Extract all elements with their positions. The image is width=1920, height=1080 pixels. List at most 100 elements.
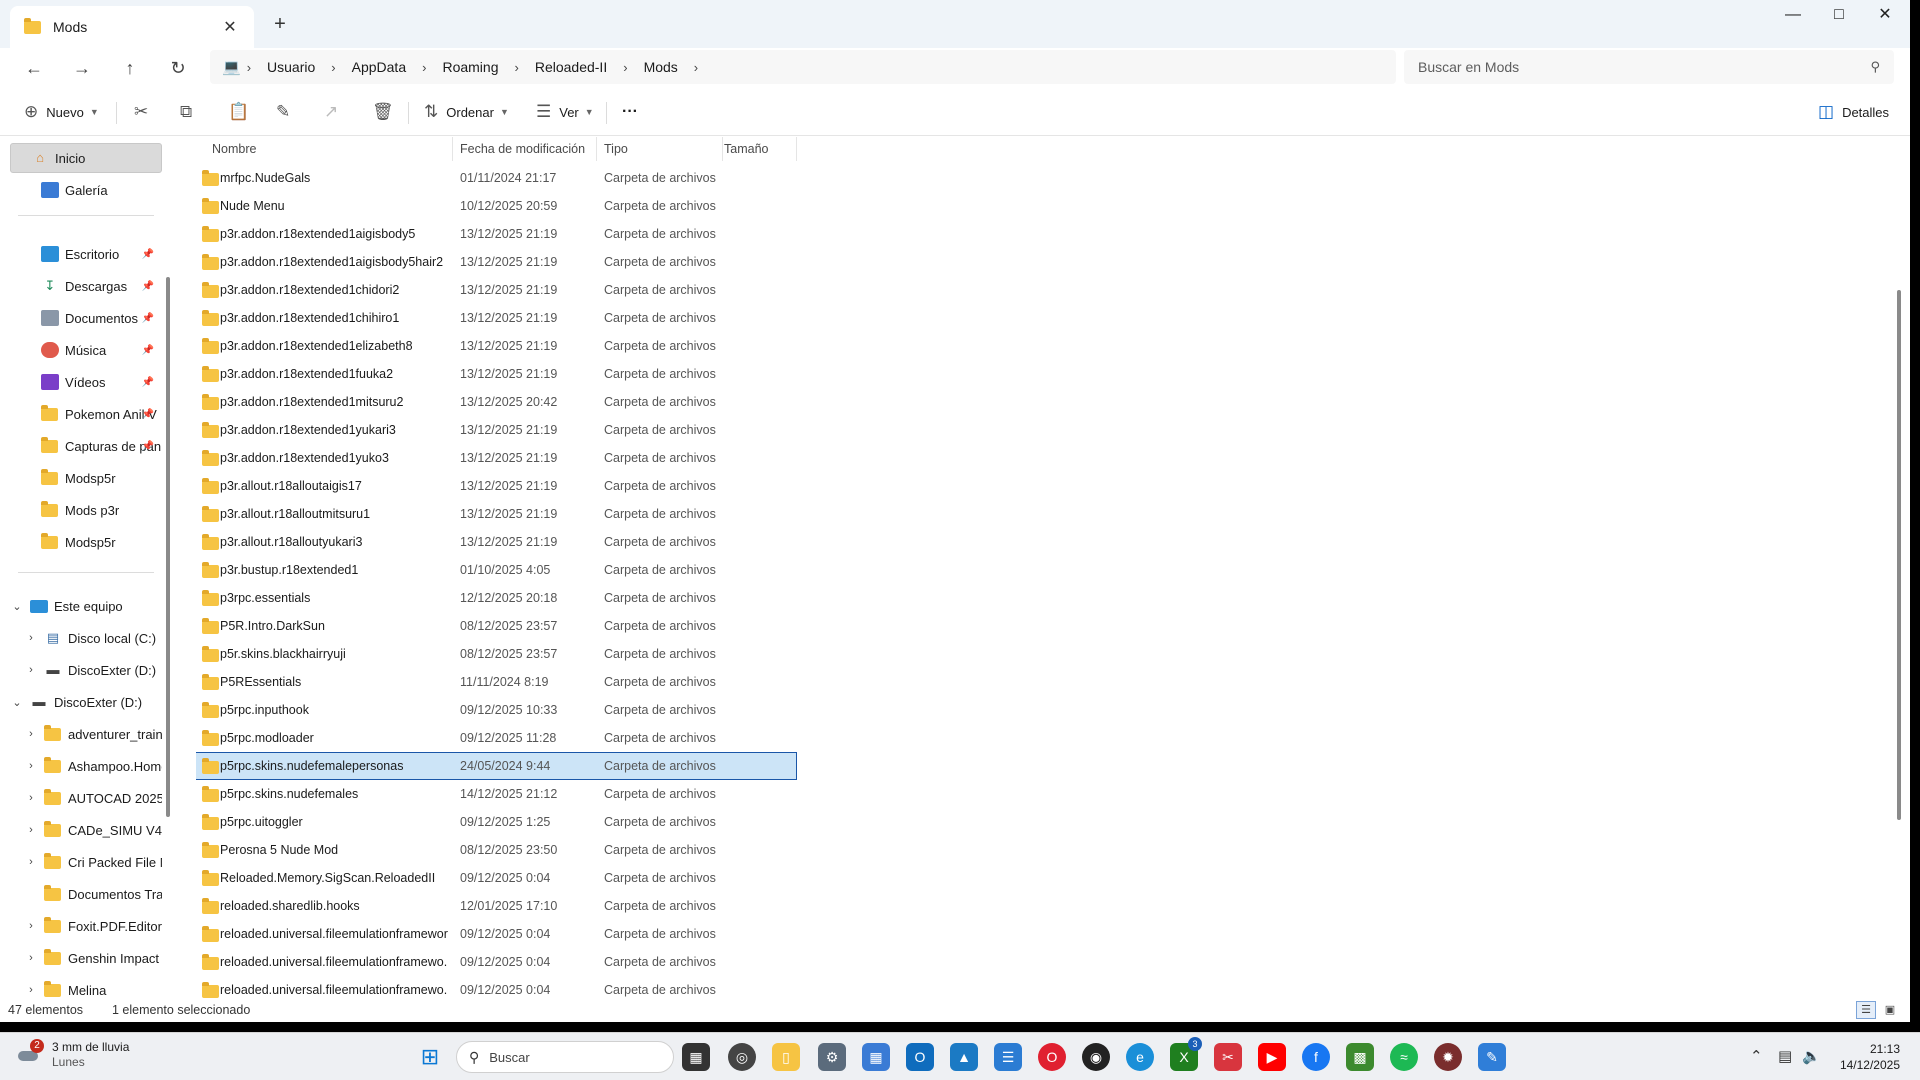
sidebar-item-documentos[interactable]: Documentos 📌 (10, 303, 162, 333)
sidebar-item-mods-p3r[interactable]: Mods p3r (10, 495, 162, 525)
chevron-down-icon[interactable]: ⌄ (10, 600, 24, 613)
chevron-right-icon[interactable]: › (24, 920, 38, 932)
sidebar-item-este-equipo[interactable]: ⌄ Este equipo (10, 591, 162, 621)
maximize-button[interactable]: □ (1816, 0, 1862, 32)
sidebar-item-folder[interactable]: › adventurer_traine (10, 719, 162, 749)
table-row[interactable]: p3r.addon.r18extended1fuuka2 13/12/2025 2… (196, 361, 796, 387)
table-row[interactable]: Reloaded.Memory.SigScan.ReloadedII 09/12/… (196, 865, 796, 891)
game-launcher-icon[interactable]: ✹ (1434, 1043, 1462, 1071)
table-row[interactable]: p3r.addon.r18extended1aigisbody5hair2 13/… (196, 249, 796, 275)
calculator-icon[interactable]: ▦ (862, 1043, 890, 1071)
sidebar-item-folder[interactable]: › Foxit.PDF.Editor.F (10, 911, 162, 941)
settings-icon[interactable]: ⚙ (818, 1043, 846, 1071)
close-window-button[interactable]: ✕ (1862, 0, 1908, 32)
sidebar-item-folder[interactable]: › Melina (10, 975, 162, 999)
chevron-right-icon[interactable]: › (24, 824, 38, 836)
table-row[interactable]: p3r.addon.r18extended1yukari3 13/12/2025 … (196, 417, 796, 443)
column-divider[interactable] (452, 137, 453, 161)
minecraft-icon[interactable]: ▩ (1346, 1043, 1374, 1071)
chevron-right-icon[interactable]: › (24, 952, 38, 964)
chevron-down-icon[interactable]: ⌄ (10, 696, 24, 709)
breadcrumb-appdata[interactable]: AppData (352, 59, 406, 75)
up-button[interactable]: ↑ (114, 52, 146, 84)
share-button[interactable]: ↗ (324, 96, 346, 128)
close-tab-icon[interactable]: ✕ (220, 17, 240, 37)
back-button[interactable]: ← (18, 52, 50, 84)
sidebar-item-folder[interactable]: › AUTOCAD 2025 (10, 783, 162, 813)
chevron-right-icon[interactable]: › (24, 984, 38, 996)
opera-icon[interactable]: O (1038, 1043, 1066, 1071)
delete-button[interactable]: 🗑 (372, 96, 402, 128)
pin-icon[interactable]: 📌 (142, 313, 154, 324)
sidebar-item-inicio[interactable]: ⌂ Inicio (10, 143, 162, 173)
table-row[interactable]: p5rpc.skins.nudefemalepersonas 24/05/2024… (196, 752, 797, 780)
table-row[interactable]: reloaded.universal.fileemulationframewor… (196, 921, 796, 947)
chevron-right-icon[interactable]: › (24, 632, 38, 644)
snipping-tool-icon[interactable]: ✂ (1214, 1043, 1242, 1071)
view-button[interactable]: ☰ Ver ▼ (536, 96, 594, 128)
volume-icon[interactable]: 🔈 (1802, 1047, 1821, 1065)
app-icon[interactable]: ✎ (1478, 1043, 1506, 1071)
rename-button[interactable]: ✎ (276, 96, 298, 128)
column-divider[interactable] (796, 137, 797, 161)
address-bar[interactable]: 💻 › Usuario › AppData › Roaming › Reload… (210, 50, 1396, 84)
search-box[interactable]: Buscar en Mods ⚲ (1404, 50, 1894, 84)
spotify-icon[interactable]: ≈ (1390, 1043, 1418, 1071)
sidebar-item-folder[interactable]: › Cri Packed File M (10, 847, 162, 877)
table-row[interactable]: p5rpc.modloader 09/12/2025 11:28 Carpeta d… (196, 725, 796, 751)
details-view-button[interactable]: ☰ (1856, 1001, 1876, 1019)
table-row[interactable]: p5rpc.skins.nudefemales 14/12/2025 21:12 C… (196, 781, 796, 807)
network-icon[interactable]: ▤ (1778, 1047, 1792, 1065)
facebook-icon[interactable]: f (1302, 1043, 1330, 1071)
details-button[interactable]: ◫ Detalles (1818, 96, 1889, 128)
table-row[interactable]: p3r.allout.r18alloutaigis17 13/12/2025 21… (196, 473, 796, 499)
sidebar-item-folder[interactable]: Documentos Trab (10, 879, 162, 909)
table-row[interactable]: p3r.addon.r18extended1chihiro1 13/12/2025… (196, 305, 796, 331)
tiles-view-button[interactable]: ▣ (1880, 1001, 1900, 1019)
minimize-button[interactable]: — (1770, 0, 1816, 32)
table-row[interactable]: p5r.skins.blackhairryuji 08/12/2025 23:57… (196, 641, 796, 667)
sidebar-item-videos[interactable]: Vídeos 📌 (10, 367, 162, 397)
sidebar-item-modsp5r-2[interactable]: Modsp5r (10, 527, 162, 557)
sidebar-item-musica[interactable]: Música 📌 (10, 335, 162, 365)
column-divider[interactable] (722, 137, 723, 161)
column-header-name[interactable]: Nombre (212, 137, 256, 161)
table-row[interactable]: mrfpc.NudeGals 01/11/2024 21:17 Carpeta de… (196, 165, 796, 191)
chevron-right-icon[interactable]: › (24, 792, 38, 804)
pokeball-icon[interactable]: ◉ (1082, 1043, 1110, 1071)
table-row[interactable]: reloaded.universal.fileemulationframewo.… (196, 977, 796, 999)
chevron-right-icon[interactable]: › (623, 60, 627, 75)
sidebar-item-folder[interactable]: › Ashampoo.Home (10, 751, 162, 781)
table-row[interactable]: p5rpc.uitoggler 09/12/2025 1:25 Carpeta de… (196, 809, 796, 835)
weather-widget[interactable]: 2 3 mm de lluvia Lunes (16, 1039, 129, 1069)
task-view-icon[interactable]: ▦ (682, 1043, 710, 1071)
table-row[interactable]: p5rpc.inputhook 09/12/2025 10:33 Carpeta d… (196, 697, 796, 723)
table-row[interactable]: Nude Menu 10/12/2025 20:59 Carpeta de arch… (196, 193, 796, 219)
file-list-scrollbar[interactable] (1897, 290, 1901, 820)
chevron-right-icon[interactable]: › (514, 60, 518, 75)
table-row[interactable]: p3r.addon.r18extended1chidori2 13/12/2025… (196, 277, 796, 303)
table-row[interactable]: p3r.addon.r18extended1yuko3 13/12/2025 21… (196, 445, 796, 471)
chevron-right-icon[interactable]: › (24, 760, 38, 772)
table-row[interactable]: p3r.addon.r18extended1aigisbody5 13/12/20… (196, 221, 796, 247)
outlook-icon[interactable]: O (906, 1043, 934, 1071)
sidebar-item-capturas[interactable]: Capturas de pan 📌 (10, 431, 162, 461)
chevron-right-icon[interactable]: › (331, 60, 335, 75)
photos-icon[interactable]: ▲ (950, 1043, 978, 1071)
taskbar-search[interactable]: ⚲ Buscar (456, 1041, 674, 1073)
table-row[interactable]: reloaded.sharedlib.hooks 12/01/2025 17:10… (196, 893, 796, 919)
chevron-right-icon[interactable]: › (422, 60, 426, 75)
column-divider[interactable] (596, 137, 597, 161)
breadcrumb-mods[interactable]: Mods (644, 59, 678, 75)
new-button[interactable]: ⊕ Nuevo ▼ (24, 96, 99, 128)
sidebar-item-disco-c[interactable]: › ▤ Disco local (C:) (10, 623, 162, 653)
tab-mods[interactable]: Mods ✕ (10, 6, 254, 48)
table-row[interactable]: p3r.allout.r18alloutmitsuru1 13/12/2025 2… (196, 501, 796, 527)
column-header-size[interactable]: Tamaño (724, 137, 768, 161)
sidebar-item-disco-d-expanded[interactable]: ⌄ ▬ DiscoExter (D:) (10, 687, 162, 717)
table-row[interactable]: Perosna 5 Nude Mod 08/12/2025 23:50 Carpet… (196, 837, 796, 863)
table-row[interactable]: p3rpc.essentials 12/12/2025 20:18 Carpeta … (196, 585, 796, 611)
sidebar-item-folder[interactable]: › Genshin Impact g (10, 943, 162, 973)
table-row[interactable]: P5REssentials 11/11/2024 8:19 Carpeta de a… (196, 669, 796, 695)
table-row[interactable]: p3r.addon.r18extended1elizabeth8 13/12/20… (196, 333, 796, 359)
